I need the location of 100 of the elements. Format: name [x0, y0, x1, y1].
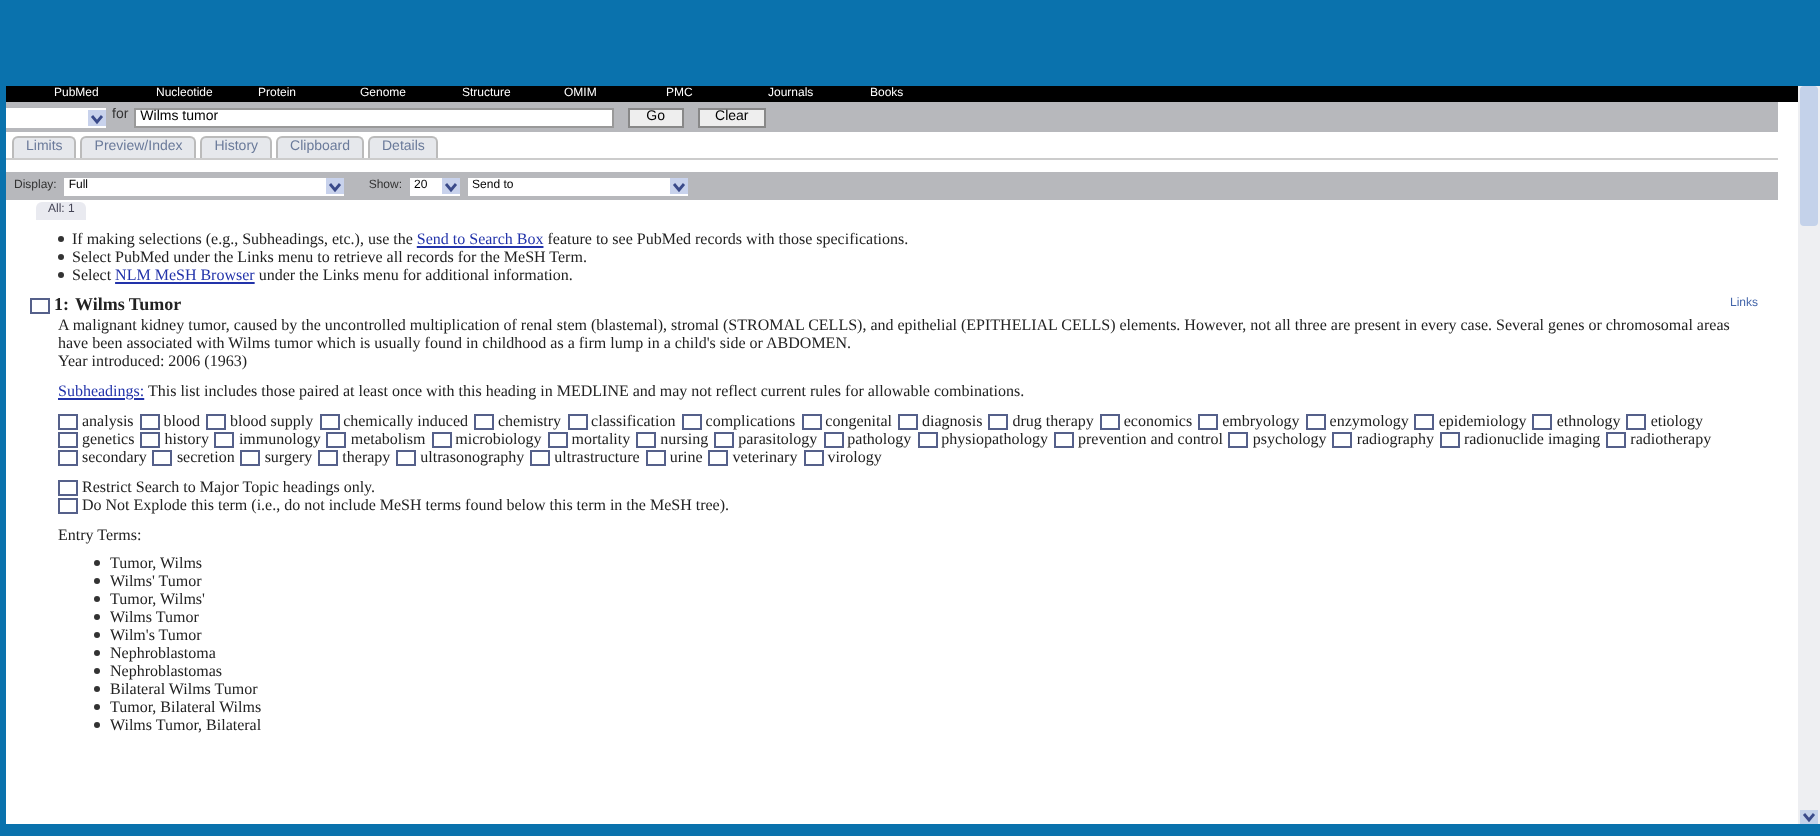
- subheading-label: metabolism: [350, 430, 426, 448]
- checkbox[interactable]: [214, 431, 235, 447]
- subheading-label: secondary: [82, 448, 147, 466]
- dropdown-arrow-icon: [326, 178, 345, 194]
- record-number: 1:: [54, 296, 69, 314]
- subheading-label: analysis: [82, 412, 134, 430]
- subheading-label: urine: [669, 448, 703, 466]
- subheading-label: blood supply: [230, 412, 314, 430]
- checkbox[interactable]: [1626, 413, 1647, 429]
- entry-term: Wilms Tumor, Bilateral: [110, 716, 262, 734]
- checkbox[interactable]: [1305, 413, 1326, 429]
- subheading-label: classification: [591, 412, 676, 430]
- bullet-icon: [94, 560, 100, 566]
- database-select[interactable]: [6, 107, 106, 127]
- bullet-icon: [94, 614, 100, 620]
- subheading-label: genetics: [82, 430, 135, 448]
- subheading-label: blood: [163, 412, 201, 430]
- subheading-label: parasitology: [738, 430, 818, 448]
- scrollbar-thumb[interactable]: [1800, 86, 1818, 226]
- checkbox[interactable]: [1198, 413, 1219, 429]
- subheadings-link[interactable]: Subheadings:: [58, 382, 145, 400]
- subheading-label: enzymology: [1329, 412, 1409, 430]
- subheading-label: physiopathology: [941, 430, 1048, 448]
- checkbox[interactable]: [1054, 431, 1074, 447]
- entry-terms-label: Entry Terms:: [58, 526, 144, 544]
- checkbox[interactable]: [1099, 413, 1120, 429]
- checkbox[interactable]: [547, 431, 568, 447]
- checkbox[interactable]: [567, 413, 588, 429]
- subheading-label: secretion: [176, 448, 235, 466]
- checkbox[interactable]: [823, 431, 844, 447]
- checkbox[interactable]: [1414, 413, 1435, 429]
- checkbox[interactable]: [897, 413, 918, 429]
- checkbox[interactable]: [206, 413, 227, 429]
- subheading-label: congenital: [825, 412, 892, 430]
- dropdown-arrow-icon: [442, 178, 461, 194]
- year-introduced: Year introduced: 2006 (1963): [58, 352, 250, 370]
- checkbox[interactable]: [636, 431, 657, 447]
- checkbox[interactable]: [801, 413, 822, 429]
- checkbox[interactable]: [318, 449, 339, 465]
- checkbox[interactable]: [917, 431, 938, 447]
- checkbox[interactable]: [474, 413, 494, 429]
- checkbox[interactable]: [139, 413, 160, 429]
- scrollbar[interactable]: [1798, 86, 1820, 824]
- checkbox[interactable]: [58, 479, 78, 495]
- checkbox[interactable]: [1228, 431, 1249, 447]
- record-title: Wilms Tumor: [75, 296, 182, 314]
- subheading-label: chemistry: [498, 412, 562, 430]
- checkbox[interactable]: [396, 449, 417, 465]
- subheading-label: prevention and control: [1078, 430, 1223, 448]
- subheading-label: ultrastructure: [554, 448, 640, 466]
- checkbox[interactable]: [58, 497, 78, 513]
- checkbox[interactable]: [988, 413, 1009, 429]
- instruction-text: Select PubMed under the Links menu to retrieve all records for the MeSH Term.: [72, 248, 587, 266]
- instruction-text: If making selections (e.g., Subheadings, etc.), use the Send to Search Box feature to see PubMed records with those specifications.: [72, 230, 909, 248]
- checkbox[interactable]: [714, 431, 735, 447]
- subheading-label: complications: [705, 412, 796, 430]
- link[interactable]: Send to Search Box: [416, 230, 544, 248]
- bullet-icon: [94, 650, 100, 656]
- bullet-icon: [94, 668, 100, 674]
- option-label: Restrict Search to Major Topic headings only.: [82, 478, 376, 496]
- checkbox[interactable]: [681, 413, 702, 429]
- checkbox[interactable]: [1332, 431, 1353, 447]
- checkbox[interactable]: [530, 449, 551, 465]
- subheadings-note: Subheadings: This list includes those paired at least once with this heading in MEDLINE and may not reflect current rules for allowable combinations.: [58, 382, 1027, 400]
- checkbox[interactable]: [319, 413, 340, 429]
- subheading-label: radiography: [1356, 430, 1434, 448]
- subheading-label: economics: [1123, 412, 1193, 430]
- checkbox[interactable]: [240, 449, 261, 465]
- checkbox[interactable]: [152, 449, 173, 465]
- bullet-icon: [94, 632, 100, 638]
- subheading-label: nursing: [660, 430, 709, 448]
- bullet-icon: [94, 686, 100, 692]
- subheading-label: chemically induced: [343, 412, 468, 430]
- checkbox[interactable]: [58, 449, 78, 465]
- checkbox[interactable]: [1439, 431, 1460, 447]
- subheading-label: immunology: [238, 430, 321, 448]
- bullet-icon: [94, 704, 100, 710]
- subheading-label: diagnosis: [921, 412, 983, 430]
- checkbox[interactable]: [140, 431, 161, 447]
- scroll-down-icon[interactable]: [1800, 810, 1818, 824]
- checkbox[interactable]: [645, 449, 666, 465]
- bullet-icon: [94, 596, 100, 602]
- checkbox[interactable]: [803, 449, 824, 465]
- checkbox[interactable]: [326, 431, 347, 447]
- checkbox[interactable]: [58, 431, 78, 447]
- checkbox[interactable]: [1532, 413, 1553, 429]
- instruction-text: Select NLM MeSH Browser under the Links menu for additional information.: [72, 266, 573, 284]
- entry-term: Wilms Tumor: [110, 608, 199, 626]
- entry-term: Tumor, Bilateral Wilms: [110, 698, 262, 716]
- dropdown-arrow-icon: [88, 109, 106, 125]
- checkbox[interactable]: [58, 413, 78, 429]
- option-label: Do Not Explode this term (i.e., do not include MeSH terms found below this term in the MeSH tree).: [82, 496, 729, 514]
- checkbox[interactable]: [431, 431, 452, 447]
- description-text: A malignant kidney tumor, caused by the uncontrolled multiplication of renal stem (blastemal), stromal (STROMAL CELLS), and epithelial (EPITHELIAL CELLS) elements. However, not all three are present in every case. Several genes or chromosomal areas have been associated with Wilms tumor which is usually found in childhood as a firm lump in a child's side or ABDOMEN.: [58, 316, 1732, 352]
- checkbox[interactable]: [708, 449, 729, 465]
- subheading-label: pathology: [847, 430, 912, 448]
- link[interactable]: NLM MeSH Browser: [115, 266, 255, 284]
- checkbox[interactable]: [30, 297, 50, 313]
- checkbox[interactable]: [1606, 431, 1627, 447]
- entry-term: Tumor, Wilms: [110, 554, 203, 572]
